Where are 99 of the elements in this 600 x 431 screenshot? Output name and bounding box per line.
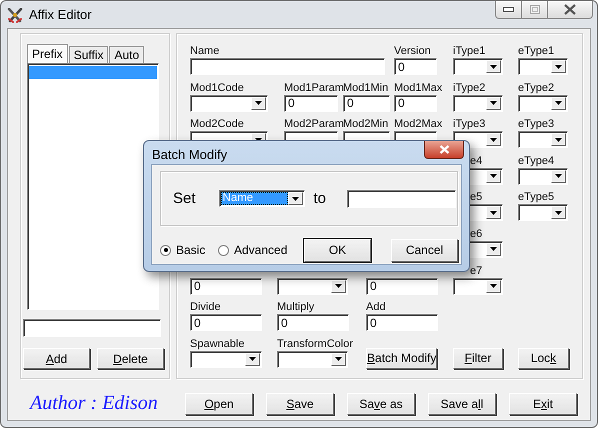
field-label: Spawnable — [190, 338, 244, 350]
author-credit: Author : Edison — [28, 392, 159, 415]
field-label: Multiply — [277, 301, 314, 314]
text-field[interactable]: 0 — [366, 314, 438, 332]
dropdown[interactable] — [190, 94, 268, 112]
field-label: Add — [366, 301, 386, 314]
caret-icon[interactable] — [335, 284, 342, 288]
dialog-title: Batch Modify — [152, 147, 228, 162]
field-label: Mod1Code — [190, 82, 244, 94]
caret-icon[interactable] — [555, 101, 562, 106]
caret-icon[interactable] — [555, 210, 562, 215]
caret-icon[interactable] — [555, 174, 562, 178]
text-field[interactable]: 0 — [394, 58, 437, 75]
field-label: Mod2Min — [343, 118, 388, 130]
field-label: Mod2Param — [284, 118, 344, 130]
field-label: iType3 — [453, 118, 486, 130]
text-field[interactable]: 0 — [366, 278, 438, 295]
field-label: Divide — [190, 301, 221, 314]
caret-icon[interactable] — [490, 284, 497, 288]
batch-modify-button[interactable]: Batch Modify — [366, 348, 437, 369]
field-label: iType2 — [453, 82, 486, 94]
dropdown[interactable] — [518, 204, 568, 222]
filter-button[interactable]: Filter — [453, 348, 503, 369]
radio-icon[interactable] — [218, 244, 229, 256]
exit-button[interactable]: Exit — [509, 392, 577, 414]
field-label: eType2 — [518, 82, 554, 94]
radio-option[interactable]: Advanced — [218, 243, 303, 257]
dropdown[interactable] — [518, 131, 568, 148]
dropdown[interactable] — [190, 350, 262, 368]
text-field[interactable]: 0 — [190, 314, 262, 332]
text-field[interactable]: 0 — [277, 314, 349, 332]
field-label: e4 — [470, 154, 482, 167]
crossed-swords-icon — [7, 8, 23, 23]
caret-icon[interactable] — [555, 64, 562, 68]
dropdown[interactable] — [518, 168, 568, 185]
save-as-button[interactable]: Save as — [347, 392, 415, 414]
caret-icon[interactable] — [255, 101, 262, 106]
caret-icon[interactable] — [292, 196, 299, 200]
minimize-icon[interactable] — [503, 7, 514, 12]
field-label: e5 — [470, 191, 482, 204]
caret-icon[interactable] — [555, 138, 562, 142]
caret-icon[interactable] — [335, 357, 342, 362]
add-button[interactable]: Add — [23, 348, 90, 369]
value-field[interactable] — [347, 190, 456, 208]
text-field[interactable]: 0 — [284, 94, 338, 112]
radio-option[interactable]: Basic — [160, 243, 218, 257]
dropdown[interactable] — [453, 278, 503, 295]
ok-button[interactable]: OK — [304, 238, 371, 262]
text-field[interactable] — [190, 58, 385, 75]
dropdown[interactable] — [453, 58, 503, 75]
close-button[interactable] — [548, 1, 593, 19]
caret-icon[interactable] — [490, 174, 497, 178]
delete-button[interactable]: Delete — [97, 348, 164, 369]
text-field[interactable]: 0 — [343, 94, 390, 112]
tab[interactable]: Suffix — [68, 46, 108, 63]
text-field[interactable] — [23, 319, 161, 337]
field-label: Mod1Param — [284, 82, 344, 94]
caret-icon[interactable] — [490, 210, 497, 215]
caret-icon[interactable] — [490, 101, 497, 106]
text-field[interactable]: 0 — [394, 94, 437, 112]
field-label: e6 — [470, 228, 482, 240]
caret-icon[interactable] — [490, 64, 497, 68]
field-label: iType1 — [453, 45, 486, 57]
dropdown[interactable] — [277, 278, 348, 295]
field-label: Mod1Max — [394, 82, 442, 94]
field-label: Mod2Code — [190, 118, 244, 130]
field-label: eType1 — [518, 45, 554, 57]
save-all-button[interactable]: Save all — [428, 392, 496, 414]
maximize-button[interactable] — [522, 1, 548, 19]
lock-button[interactable]: Lock — [518, 348, 569, 369]
field-label: Version — [394, 45, 431, 57]
dropdown[interactable] — [453, 94, 503, 112]
radio-icon[interactable] — [160, 244, 171, 256]
field-label: to — [314, 190, 326, 207]
field-label: e7 — [470, 264, 482, 277]
field-label: TransformColor — [277, 338, 353, 350]
caret-icon[interactable] — [490, 247, 497, 252]
minimize-button[interactable] — [495, 1, 522, 19]
tab[interactable]: Auto — [109, 46, 144, 63]
window-title: Affix Editor — [29, 7, 92, 22]
save-button[interactable]: Save — [266, 392, 334, 414]
field-label: Mod2Max — [394, 118, 442, 130]
tab[interactable]: Prefix — [27, 44, 68, 63]
dropdown[interactable] — [518, 58, 568, 75]
field-label: Name — [190, 45, 220, 57]
field-label: eType5 — [518, 191, 554, 204]
close-icon[interactable] — [564, 4, 576, 15]
field-label: Mod1Min — [343, 82, 388, 94]
close-button[interactable] — [424, 141, 464, 159]
cancel-button[interactable]: Cancel — [391, 238, 458, 262]
caret-icon[interactable] — [490, 138, 497, 142]
field-label: eType4 — [518, 154, 554, 167]
caret-icon[interactable] — [249, 357, 256, 362]
text-field[interactable]: 0 — [190, 278, 262, 295]
open-button[interactable]: Open — [185, 392, 253, 414]
dropdown[interactable] — [518, 94, 568, 112]
field-label: Set — [173, 190, 196, 207]
dropdown[interactable] — [277, 350, 348, 368]
field-label: eType3 — [518, 118, 554, 130]
